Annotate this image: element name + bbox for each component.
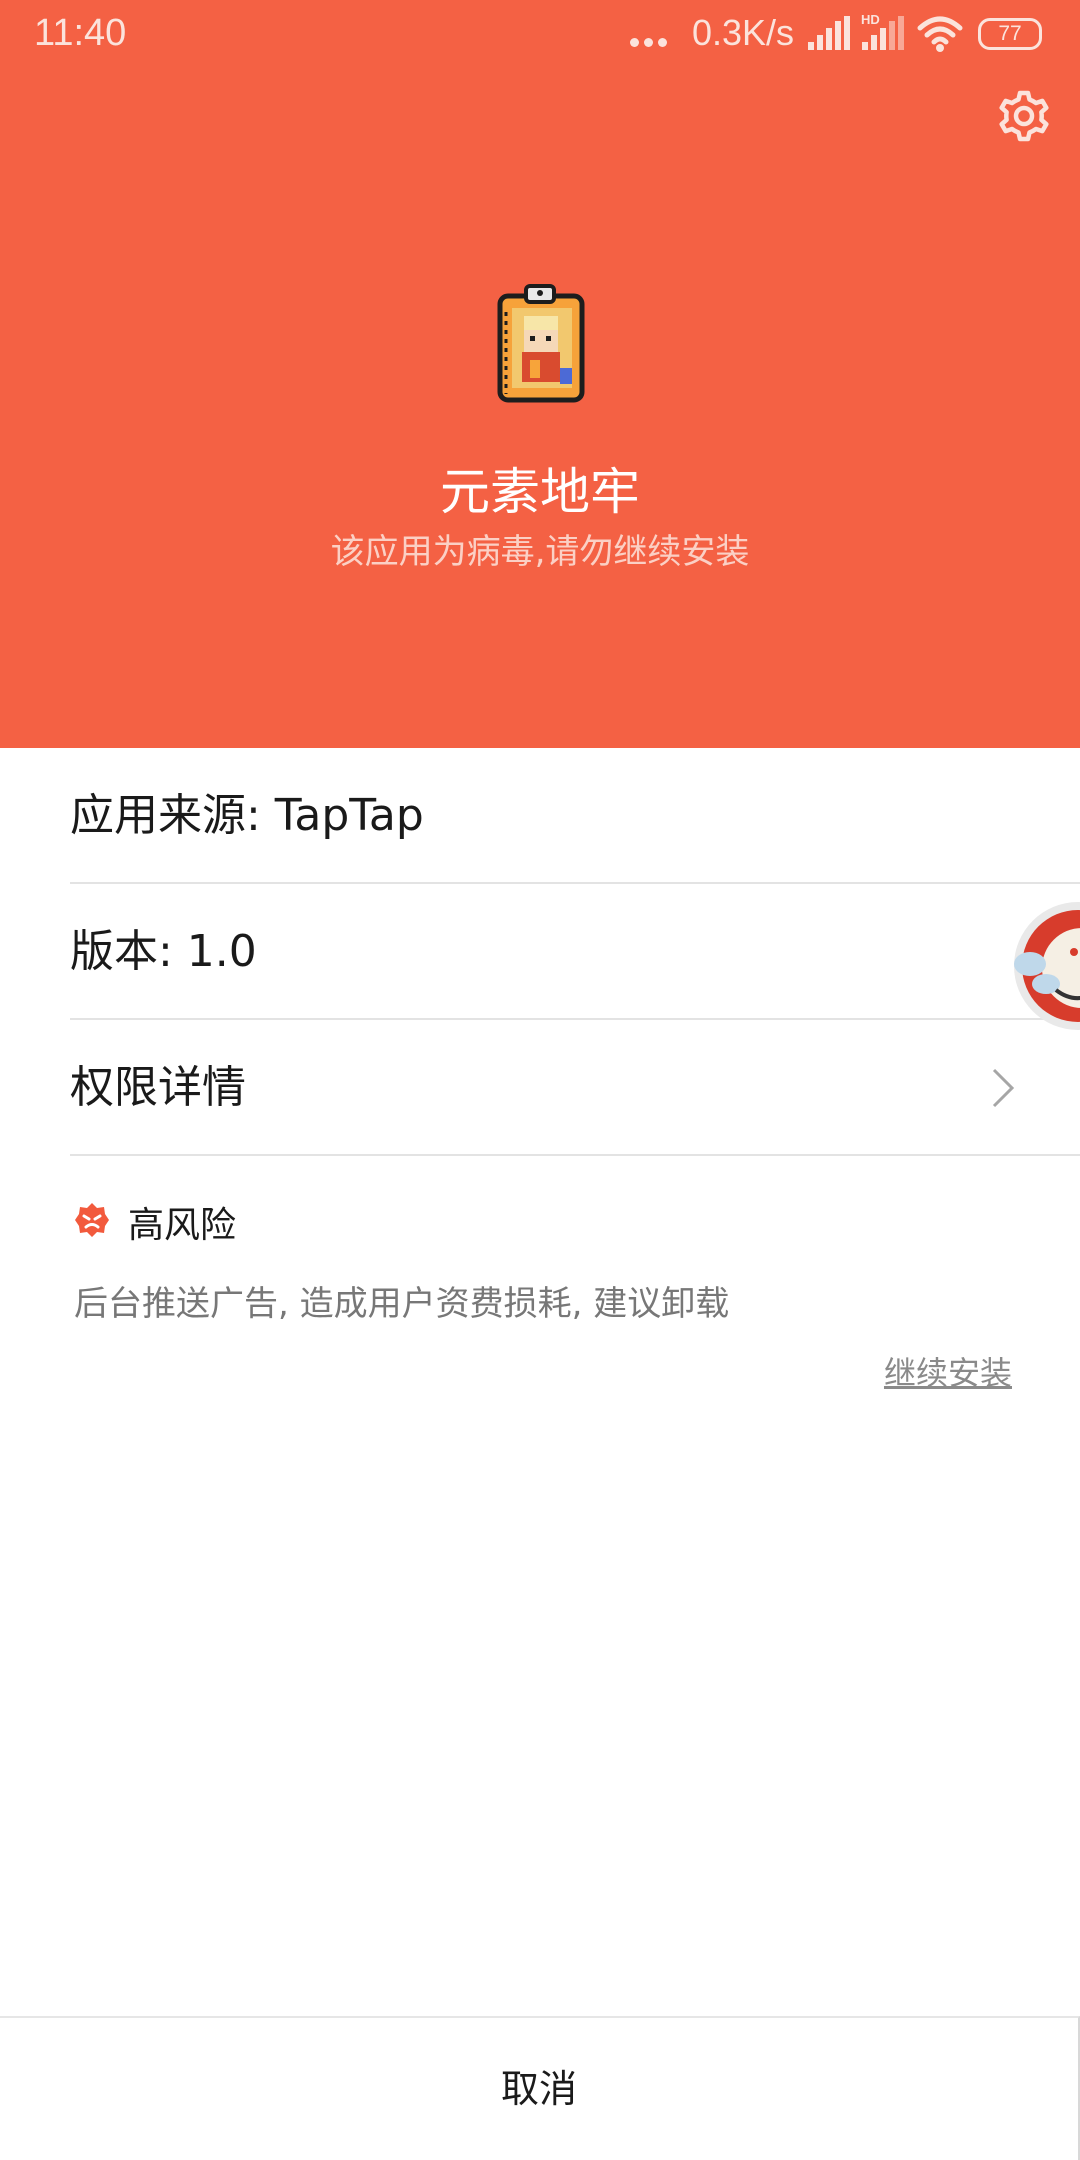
high-risk-icon bbox=[75, 1203, 109, 1237]
network-speed: 0.3K/s bbox=[692, 12, 795, 53]
status-time: 11:40 bbox=[34, 12, 127, 54]
floating-assistant-icon[interactable] bbox=[1010, 898, 1080, 1034]
status-bar: 11:40 0.3K/s HD 77 bbox=[0, 0, 1080, 70]
continue-install-link[interactable]: 继续安装 bbox=[884, 1348, 1012, 1394]
battery-icon: 77 bbox=[978, 18, 1042, 50]
version-row: 版本: 1.0 bbox=[70, 884, 1080, 1020]
cell-signal-icon bbox=[808, 16, 852, 50]
gear-icon[interactable] bbox=[994, 86, 1054, 146]
app-source: 应用来源: TapTap bbox=[70, 790, 424, 841]
app-icon bbox=[497, 284, 585, 403]
app-version: 版本: 1.0 bbox=[70, 926, 257, 977]
permissions-label: 权限详情 bbox=[70, 1062, 246, 1113]
risk-description: 后台推送广告, 造成用户资费损耗, 建议卸载 bbox=[74, 1284, 730, 1324]
cell-signal-2-icon bbox=[862, 16, 906, 50]
app-source-row: 应用来源: TapTap bbox=[70, 748, 1080, 884]
wifi-icon bbox=[917, 16, 963, 52]
battery-level: 77 bbox=[998, 22, 1022, 45]
permissions-row[interactable]: 权限详情 bbox=[70, 1020, 1080, 1156]
bottom-bar: 取消 bbox=[0, 2016, 1080, 2160]
virus-warning: 该应用为病毒,请勿继续安装 bbox=[330, 532, 750, 572]
notification-dots-icon bbox=[630, 38, 670, 48]
cancel-button[interactable]: 取消 bbox=[0, 2018, 1078, 2160]
app-header: 11:40 0.3K/s HD 77 元素地牢 该应用为病毒,请勿继续安装 bbox=[0, 0, 1080, 748]
risk-level: 高风险 bbox=[128, 1205, 237, 1246]
app-title: 元素地牢 bbox=[440, 463, 640, 521]
chevron-right-icon bbox=[992, 1068, 1015, 1108]
